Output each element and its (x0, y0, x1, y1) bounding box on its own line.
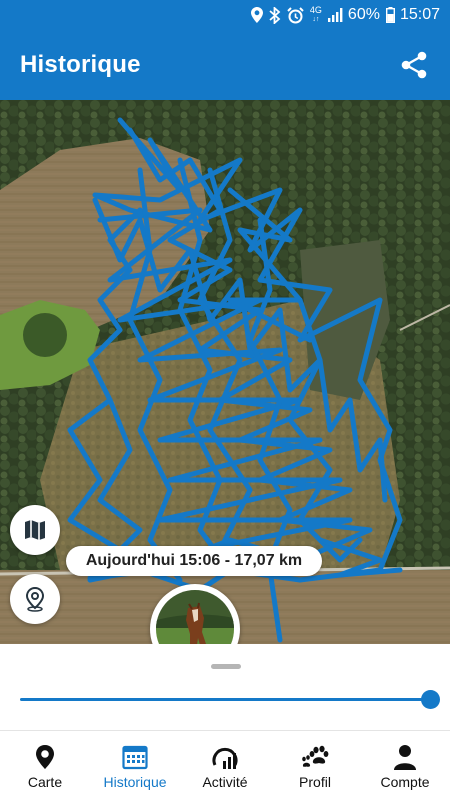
nav-label-compte: Compte (380, 774, 430, 790)
status-time: 15:07 (399, 6, 440, 23)
bottom-navigation: Carte Historique Activité Profil Compte (0, 730, 450, 800)
map-view[interactable]: Aujourd'hui 15:06 - 17,07 km (0, 100, 450, 644)
timeline-slider[interactable] (20, 688, 440, 712)
app-bar: Historique (0, 30, 450, 100)
battery-percent: 60% (347, 6, 380, 23)
nav-label-profil: Profil (299, 774, 331, 790)
location-icon (250, 7, 263, 23)
activity-gauge-icon (211, 743, 239, 771)
page-title: Historique (20, 51, 141, 78)
slider-track[interactable] (20, 698, 430, 701)
person-icon (393, 743, 417, 771)
bluetooth-icon (269, 6, 281, 24)
map-layers-button[interactable] (10, 505, 60, 555)
share-icon (401, 51, 427, 79)
calendar-icon (122, 743, 148, 771)
nav-item-activite[interactable]: Activité (180, 731, 270, 800)
alarm-icon (287, 6, 304, 24)
horse-location-marker[interactable] (150, 584, 240, 644)
sheet-drag-handle[interactable] (211, 664, 241, 669)
share-button[interactable] (394, 45, 434, 85)
track-summary-label[interactable]: Aujourd'hui 15:06 - 17,07 km (66, 546, 322, 576)
map-pin-icon (34, 743, 56, 771)
slider-thumb[interactable] (421, 690, 440, 709)
nav-item-profil[interactable]: Profil (270, 731, 360, 800)
paw-icon (300, 743, 330, 771)
signal-icon (327, 8, 343, 22)
nav-item-carte[interactable]: Carte (0, 731, 90, 800)
nav-item-historique[interactable]: Historique (90, 731, 180, 800)
battery-icon (385, 7, 395, 23)
timeline-sheet (0, 644, 450, 730)
nav-label-activite: Activité (202, 774, 248, 790)
network-type: 4G ↓↑ (309, 5, 322, 24)
map-layers-icon (25, 520, 45, 540)
app-screen: 4G ↓↑ 60% 15:07 Historique Aujourd'hui 1… (0, 0, 450, 800)
nav-label-carte: Carte (27, 774, 63, 790)
nav-label-historique: Historique (103, 774, 167, 790)
status-bar: 4G ↓↑ 60% 15:07 (0, 0, 450, 30)
nav-item-compte[interactable]: Compte (360, 731, 450, 800)
location-pin-icon (25, 586, 45, 612)
recenter-location-button[interactable] (10, 574, 60, 624)
